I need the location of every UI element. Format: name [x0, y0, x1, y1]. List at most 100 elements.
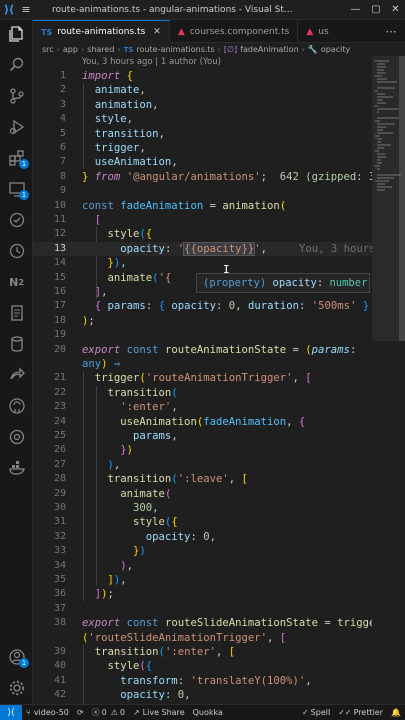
code-line[interactable]: 23 ':enter',	[33, 400, 372, 414]
code-line[interactable]: 30 300,	[33, 501, 372, 515]
code-line[interactable]: 35 ]),	[33, 573, 372, 587]
tab-courses-component[interactable]: ▲ courses.component.ts	[170, 20, 299, 43]
code-line[interactable]: 3 animation,	[33, 98, 372, 112]
code-line[interactable]: 18);	[33, 314, 372, 328]
code-line[interactable]: 28 transition(':leave', [	[33, 472, 372, 486]
line-number: 2	[59, 84, 66, 96]
code-line[interactable]: 38 export const routeSlideAnimationState …	[33, 616, 372, 630]
code-line[interactable]: 5 transition,	[33, 127, 372, 141]
docker-icon[interactable]	[0, 457, 33, 479]
minimap-line	[377, 129, 383, 131]
code-text: } from '@angular/animations'; 642 (gzipp…	[82, 170, 372, 184]
code-line[interactable]: 9	[33, 184, 372, 198]
code-line[interactable]: 33 })	[33, 544, 372, 558]
code-line[interactable]: 13 opacity: '{{opacity}}', You, 3 hours	[33, 241, 372, 257]
code-text: import {	[82, 70, 134, 82]
breadcrumb-property[interactable]: opacity	[321, 45, 350, 54]
code-line[interactable]: 42 opacity: 0,	[33, 688, 372, 702]
remote-indicator-icon[interactable]: ⟩⟨	[0, 704, 22, 720]
line-number: 20	[53, 343, 66, 355]
problems-indicator[interactable]: ⓧ 0 ⚠ 0	[88, 707, 129, 718]
code-line[interactable]: 29 animate(	[33, 487, 372, 501]
code-line[interactable]: 19	[33, 328, 372, 342]
live-share-status[interactable]: ↗ Live Share	[129, 708, 189, 717]
sync-icon[interactable]: ⟳	[73, 708, 88, 717]
timeline-icon[interactable]	[0, 240, 33, 262]
git-blame-annotation: You, 3 hours	[298, 242, 372, 255]
code-line[interactable]: 24 useAnimation(fadeAnimation, {	[33, 415, 372, 429]
code-line[interactable]: ('routeSlideAnimationTrigger', [	[33, 631, 372, 645]
code-line[interactable]: 2 animate,	[33, 83, 372, 97]
nx-console-icon[interactable]: N2	[0, 271, 33, 293]
code-line[interactable]: any) ⇒	[33, 357, 372, 371]
code-line[interactable]: 20 export const routeAnimationState = (pa…	[33, 343, 372, 357]
code-line[interactable]: 14 }),	[33, 256, 372, 270]
code-line[interactable]: 41 transform: 'translateY(100%)',	[33, 674, 372, 688]
code-line[interactable]: 4 style,	[33, 112, 372, 126]
quokka-status[interactable]: Quokka	[189, 708, 227, 717]
bookmarks-icon[interactable]	[0, 426, 33, 448]
more-actions-icon[interactable]: ⋯	[377, 20, 405, 42]
code-line[interactable]: 36 ]);	[33, 587, 372, 601]
code-line[interactable]: 8} from '@angular/animations'; 642 (gzip…	[33, 170, 372, 184]
minimap-line	[377, 87, 395, 89]
breadcrumb-item[interactable]: app	[63, 45, 78, 54]
github-icon[interactable]	[0, 395, 33, 417]
notes-icon[interactable]	[0, 302, 33, 324]
code-line[interactable]: 22 transition(	[33, 386, 372, 400]
code-line[interactable]: 31 style({	[33, 515, 372, 529]
code-editor[interactable]: 1 import {2 animate, 3 animation, 4 style, 5…	[33, 69, 372, 704]
code-line[interactable]: 27 ),	[33, 458, 372, 472]
branch-indicator[interactable]: ⑂ video-50	[22, 708, 73, 717]
source-control-icon[interactable]	[0, 85, 33, 107]
code-line[interactable]: 40 style({	[33, 659, 372, 673]
accounts-icon[interactable]: 1	[0, 646, 33, 668]
codelens-author[interactable]: You, 3 hours ago | 1 author (You)	[82, 56, 221, 69]
code-line[interactable]: 11 [	[33, 213, 372, 227]
maximize-icon[interactable]: ▢	[371, 4, 380, 15]
chevron-right-icon: ›	[217, 45, 221, 54]
notifications-bell-icon[interactable]: 🔔	[387, 708, 405, 717]
hamburger-menu-icon[interactable]: ≡	[18, 3, 34, 16]
code-line[interactable]: 7 useAnimation,	[33, 155, 372, 169]
prettier-status[interactable]: ✓✓ Prettier	[334, 708, 387, 717]
breadcrumb-item[interactable]: src	[42, 45, 54, 54]
testing-icon[interactable]	[0, 209, 33, 231]
search-icon[interactable]	[0, 54, 33, 76]
code-line[interactable]: 37	[33, 602, 372, 616]
minimize-icon[interactable]: —	[350, 4, 360, 15]
code-line[interactable]: 6 trigger,	[33, 141, 372, 155]
tab-route-animations[interactable]: TS route-animations.ts ✕	[33, 20, 170, 43]
explorer-icon[interactable]	[0, 23, 33, 45]
code-line[interactable]: 21 trigger('routeAnimationTrigger', [	[33, 371, 372, 385]
minimap-line	[377, 147, 384, 149]
prettier-label: Prettier	[353, 708, 384, 717]
code-line[interactable]: 10 const fadeAnimation = animation(	[33, 199, 372, 213]
code-line[interactable]: 26 })	[33, 443, 372, 457]
code-line[interactable]: 32 opacity: 0,	[33, 530, 372, 544]
breadcrumb-item[interactable]: shared	[87, 45, 114, 54]
manage-gear-icon[interactable]	[0, 677, 33, 699]
line-number: 22	[53, 386, 66, 398]
code-line[interactable]: 25 params,	[33, 429, 372, 443]
line-number: 9	[59, 185, 66, 197]
run-debug-icon[interactable]	[0, 116, 33, 138]
close-icon[interactable]: ✕	[153, 27, 161, 37]
close-icon[interactable]: ✕	[391, 4, 399, 15]
code-line[interactable]: 39 transition(':enter', [	[33, 645, 372, 659]
spell-status[interactable]: ✓ Spell	[298, 708, 334, 717]
breadcrumb-file[interactable]: route-animations.ts	[136, 45, 214, 54]
symbol-variable-icon: [∅]	[223, 45, 238, 54]
vertical-scrollbar[interactable]	[399, 56, 405, 341]
code-line[interactable]: 1 import {	[33, 69, 372, 83]
code-line[interactable]: 34 ),	[33, 559, 372, 573]
live-share-icon[interactable]	[0, 364, 33, 386]
database-icon[interactable]	[0, 333, 33, 355]
extensions-icon[interactable]: 1	[0, 147, 33, 169]
status-bar: ⟩⟨ ⑂ video-50 ⟳ ⓧ 0 ⚠ 0 ↗ Live Share Quo…	[0, 704, 405, 720]
code-line[interactable]: 17 { params: { opacity: 0, duration: '50…	[33, 299, 372, 313]
tab-us[interactable]: ▲ us	[298, 20, 330, 43]
breadcrumb-symbol[interactable]: fadeAnimation	[240, 45, 299, 54]
remote-explorer-icon[interactable]: 1	[0, 178, 33, 200]
code-line[interactable]: 12 style({	[33, 227, 372, 241]
